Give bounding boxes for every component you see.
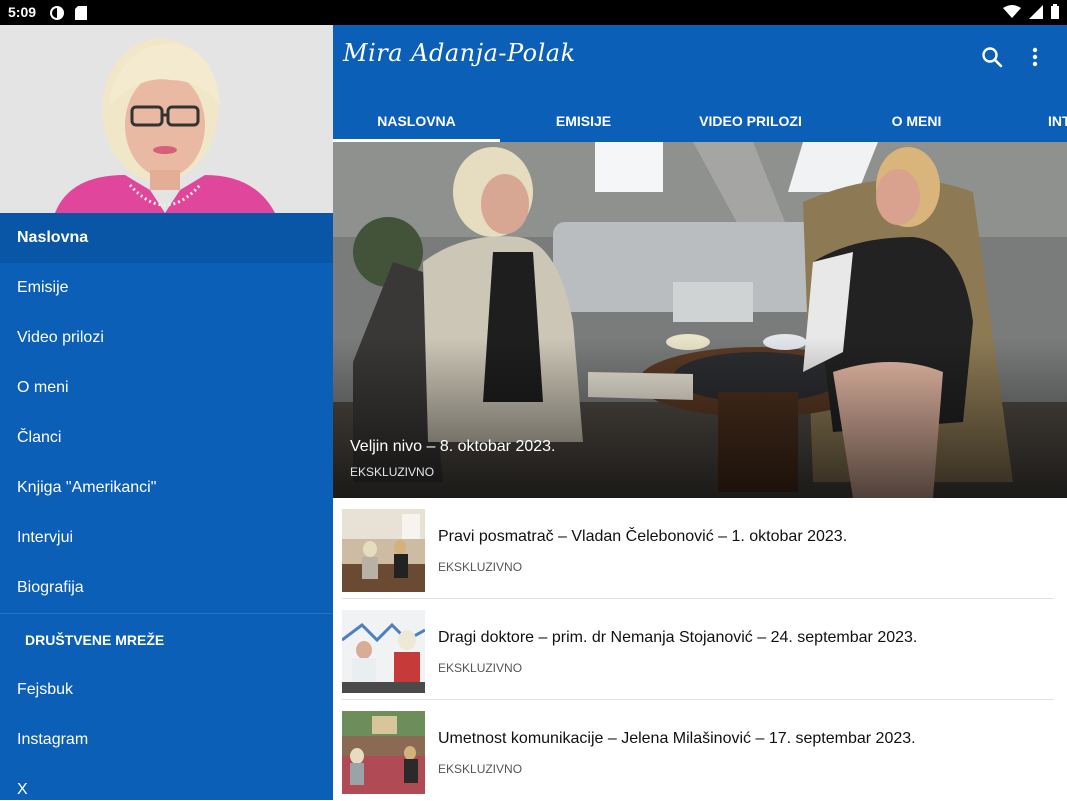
tab-intervjui-partial[interactable]: INT: [1003, 99, 1067, 142]
tab-emisije[interactable]: EMISIJE: [500, 99, 667, 142]
sd-card-icon: [74, 5, 88, 26]
tab-label: INT: [1048, 112, 1067, 129]
signal-icon: [1029, 4, 1043, 24]
tab-o-meni[interactable]: O MENI: [833, 99, 1000, 142]
article-title: Dragi doktore – prim. dr Nemanja Stojano…: [438, 629, 918, 646]
dnd-icon: [49, 5, 65, 26]
drawer-section-title: DRUŠTVENE MREŽE: [0, 613, 333, 665]
drawer-item-biografija[interactable]: Biografija: [0, 563, 333, 613]
drawer-menu: Naslovna Emisije Video prilozi O meni Čl…: [0, 213, 333, 800]
drawer-item-x[interactable]: X: [0, 765, 333, 800]
wifi-icon: [1003, 4, 1021, 24]
tab-label: NASLOVNA: [377, 112, 456, 129]
author-portrait: [0, 25, 333, 213]
article-title: Pravi posmatrač – Vladan Čelebonović – 1…: [438, 528, 848, 545]
article-list: Pravi posmatrač – Vladan Čelebonović – 1…: [333, 498, 1067, 801]
article-thumbnail: [342, 711, 425, 794]
tab-video-prilozi[interactable]: VIDEO PRILOZI: [667, 99, 834, 142]
navigation-drawer: Naslovna Emisije Video prilozi O meni Čl…: [0, 25, 333, 800]
drawer-item-intervjui[interactable]: Intervjui: [0, 513, 333, 563]
drawer-item-instagram[interactable]: Instagram: [0, 715, 333, 765]
tab-label: EMISIJE: [555, 112, 612, 129]
list-item[interactable]: Dragi doktore – prim. dr Nemanja Stojano…: [333, 599, 1067, 700]
search-icon[interactable]: [980, 45, 1004, 69]
status-bar: 5:09: [0, 0, 1067, 25]
drawer-item-o-meni[interactable]: O meni: [0, 363, 333, 413]
article-title: Umetnost komunikacije – Jelena Milašinov…: [438, 730, 916, 747]
article-category: EKSKLUZIVNO: [438, 661, 523, 675]
list-item[interactable]: Umetnost komunikacije – Jelena Milašinov…: [333, 700, 1067, 801]
article-thumbnail: [342, 509, 425, 592]
drawer-item-clanci[interactable]: Članci: [0, 413, 333, 463]
featured-article[interactable]: Veljin nivo – 8. oktobar 2023. EKSKLUZIV…: [333, 142, 1067, 498]
tab-label: O MENI: [891, 112, 942, 129]
tab-naslovna[interactable]: NASLOVNA: [333, 99, 500, 142]
drawer-item-fejsbuk[interactable]: Fejsbuk: [0, 665, 333, 715]
drawer-item-naslovna[interactable]: Naslovna: [0, 213, 333, 263]
drawer-item-emisije[interactable]: Emisije: [0, 263, 333, 313]
app-bar: Mira Adanja-Polak NASLOVNA EMISIJE VIDEO…: [333, 25, 1067, 142]
drawer-item-knjiga[interactable]: Knjiga "Amerikanci": [0, 463, 333, 513]
article-category: EKSKLUZIVNO: [438, 560, 523, 574]
featured-title: Veljin nivo – 8. oktobar 2023.: [350, 438, 556, 455]
article-category: EKSKLUZIVNO: [438, 762, 523, 776]
tab-label: VIDEO PRILOZI: [699, 112, 802, 129]
article-thumbnail: [342, 610, 425, 693]
list-item[interactable]: Pravi posmatrač – Vladan Čelebonović – 1…: [333, 498, 1067, 599]
battery-icon: [1051, 4, 1059, 24]
more-options-icon[interactable]: [1023, 45, 1047, 69]
featured-category: EKSKLUZIVNO: [350, 465, 435, 479]
tab-bar: NASLOVNA EMISIJE VIDEO PRILOZI O MENI IN…: [333, 99, 1067, 142]
drawer-item-video-prilozi[interactable]: Video prilozi: [0, 313, 333, 363]
app-logo: Mira Adanja-Polak: [343, 39, 576, 67]
status-time: 5:09: [8, 4, 37, 20]
